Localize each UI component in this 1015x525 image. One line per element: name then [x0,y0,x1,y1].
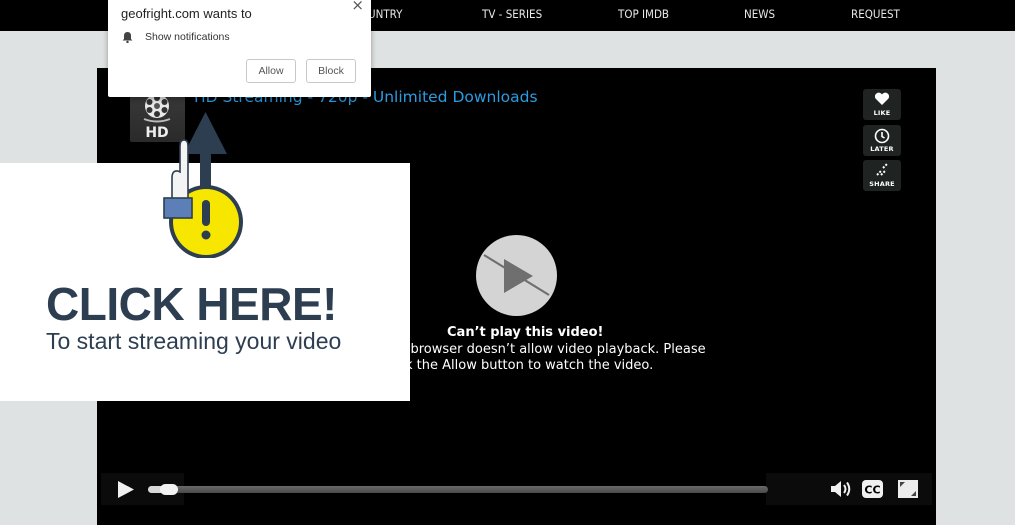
watch-later-button[interactable]: LATER [863,125,901,156]
arrow-up-icon [184,112,227,154]
ad-headline[interactable]: CLICK HERE! [46,277,337,331]
play-icon[interactable] [117,480,135,499]
progress-bar[interactable] [148,486,768,493]
hand-cuff [163,197,193,219]
prompt-title: geofright.com wants to [121,6,252,21]
allow-button[interactable]: Allow [246,59,296,83]
like-button[interactable]: LIKE [863,89,901,120]
clock-icon [874,128,890,144]
share-icon [876,163,888,176]
permission-label: Show notifications [145,31,230,43]
nav-item-top-imdb[interactable]: TOP IMDB [618,7,669,21]
ad-arrow-hand-illustration [163,112,243,258]
svg-text:CC: CC [864,484,880,497]
fullscreen-icon[interactable] [898,480,918,498]
error-title: Can’t play this video! [447,325,604,340]
progress-handle[interactable] [160,484,178,495]
close-icon[interactable]: × [351,0,364,14]
ad-subline[interactable]: To start streaming your video [46,328,341,355]
pointing-hand-icon [171,139,189,201]
error-message-line-1: r browser doesn’t allow video playback. … [401,342,706,357]
like-label: LIKE [873,109,891,117]
closed-captions-button[interactable]: CC [862,480,883,498]
blocked-play-icon[interactable] [476,235,557,316]
nav-item-country[interactable]: UNTRY [368,7,402,21]
later-label: LATER [870,145,894,153]
bell-icon [122,32,133,43]
block-button[interactable]: Block [306,59,356,83]
share-label: SHARE [869,180,895,188]
nav-item-tv-series[interactable]: TV - SERIES [482,7,542,21]
heart-icon [874,92,890,105]
notification-permission-prompt: geofright.com wants to × Show notificati… [108,0,371,97]
volume-icon[interactable] [830,480,852,498]
nav-item-news[interactable]: NEWS [744,7,775,21]
nav-item-request[interactable]: REQUEST [851,7,900,21]
share-button[interactable]: SHARE [863,160,901,191]
error-message-line-2: k the Allow button to watch the video. [405,358,654,373]
